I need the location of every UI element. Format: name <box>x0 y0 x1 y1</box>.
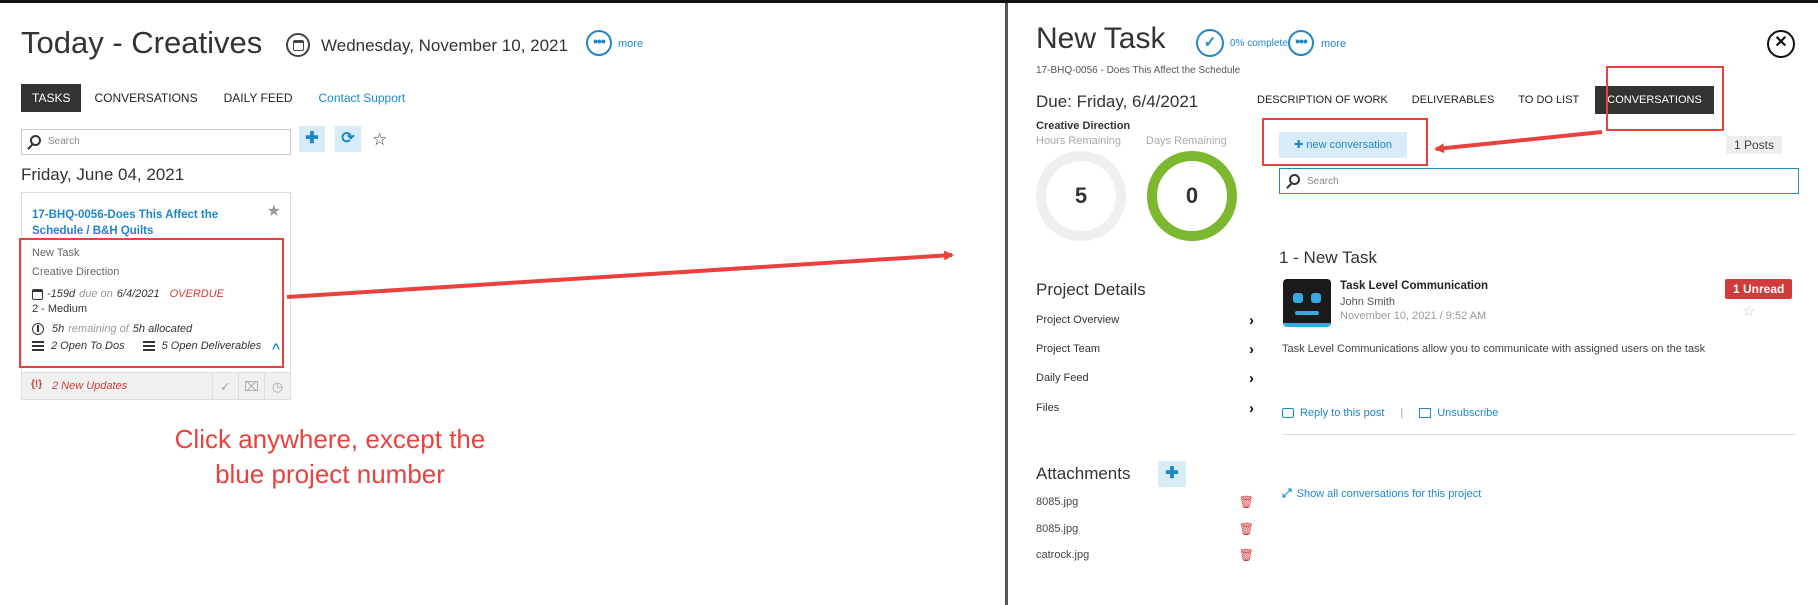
conversation-search-input[interactable]: Search <box>1279 168 1799 194</box>
days-remaining-ring: 0 <box>1147 151 1237 241</box>
updates-icon: {!} <box>31 379 43 390</box>
posts-count-badge: 1 Posts <box>1726 136 1783 154</box>
favorite-star-icon[interactable]: ☆ <box>372 130 387 150</box>
task-search-input[interactable]: Search <box>21 129 291 155</box>
message-timestamp: November 10, 2021 / 9:52 AM <box>1340 310 1487 322</box>
daily-feed-label: Daily Feed <box>1036 372 1089 384</box>
search-placeholder: Search <box>48 136 80 147</box>
unsubscribe-link[interactable]: Unsubscribe <box>1437 407 1498 419</box>
day-heading: Friday, June 04, 2021 <box>21 165 185 184</box>
calendar-icon[interactable] <box>286 33 310 57</box>
project-details-item[interactable]: Project Overview › <box>1036 312 1254 329</box>
message-author: John Smith <box>1340 296 1396 308</box>
chevron-right-icon: › <box>1249 400 1254 417</box>
avatar-eye <box>1311 293 1321 303</box>
task-subtitle: 17-BHQ-0056 - Does This Affect the Sched… <box>1036 65 1241 76</box>
project-number-link[interactable]: 17-BHQ-0056-Does This Affect the Schedul… <box>32 207 242 239</box>
tab-to-do-list[interactable]: TO DO LIST <box>1506 86 1591 114</box>
close-icon[interactable]: ✕ <box>1767 30 1795 58</box>
more-link[interactable]: more <box>1321 38 1346 50</box>
star-icon[interactable]: ☆ <box>1742 302 1755 320</box>
tab-daily-feed[interactable]: DAILY FEED <box>211 84 306 112</box>
due-date: Due: Friday, 6/4/2021 <box>1036 92 1199 111</box>
reply-link[interactable]: Reply to this post <box>1300 407 1384 419</box>
files-label: Files <box>1036 402 1060 414</box>
more-options-icon[interactable]: ••• <box>586 30 612 56</box>
trash-icon[interactable]: 🗑 <box>1239 495 1254 509</box>
project-details-item[interactable]: Project Team › <box>1036 341 1254 358</box>
unread-badge: 1 Unread <box>1725 279 1793 299</box>
search-placeholder: Search <box>1307 176 1339 187</box>
attachment-item[interactable]: 8085.jpg 🗑 <box>1036 522 1254 536</box>
message-actions: Reply to this post | Unsubscribe <box>1282 407 1498 419</box>
more-options-icon[interactable]: ••• <box>1288 30 1314 56</box>
annotation-box-conversations-tab <box>1606 66 1724 131</box>
attachment-item[interactable]: 8085.jpg 🗑 <box>1036 495 1254 509</box>
chevron-right-icon: › <box>1249 312 1254 329</box>
expand-icon: ⤢ <box>1282 486 1292 500</box>
percent-complete[interactable]: 0% complete <box>1230 38 1288 49</box>
attachment-item[interactable]: catrock.jpg 🗑 <box>1036 548 1254 562</box>
annotation-text: Click anywhere, except the blue project … <box>174 424 486 489</box>
current-date: Wednesday, November 10, 2021 <box>321 36 568 55</box>
contact-support-link[interactable]: Contact Support <box>306 84 419 112</box>
more-link[interactable]: more <box>618 38 643 50</box>
attachment-filename: 8085.jpg <box>1036 496 1079 508</box>
checkmark-icon[interactable]: ✓ <box>212 373 238 400</box>
chevron-right-icon: › <box>1249 370 1254 387</box>
message-title: Task Level Communication <box>1340 280 1489 292</box>
reply-icon <box>1282 408 1294 418</box>
avatar-mouth <box>1295 311 1319 315</box>
trash-icon[interactable]: 🗑 <box>1239 548 1254 562</box>
page-title: Today - Creatives <box>21 25 263 60</box>
message-body: Task Level Communications allow you to c… <box>1282 343 1706 355</box>
hours-remaining-label: Hours Remaining <box>1036 135 1121 147</box>
task-category: Creative Direction <box>1036 120 1131 132</box>
tab-deliverables[interactable]: DELIVERABLES <box>1400 86 1507 114</box>
days-remaining-value: 0 <box>1185 183 1199 208</box>
archive-icon[interactable]: ⌧ <box>238 373 264 400</box>
divider-line <box>1282 434 1796 435</box>
hours-remaining-ring: 5 <box>1036 151 1126 241</box>
refresh-button[interactable]: ⟳ <box>335 126 361 152</box>
main-tabs: TASKS CONVERSATIONS DAILY FEED Contact S… <box>21 84 418 112</box>
attachment-filename: catrock.jpg <box>1036 549 1090 561</box>
project-details-item[interactable]: Files › <box>1036 400 1254 417</box>
add-task-button[interactable]: ✚ <box>299 126 325 152</box>
project-details-title: Project Details <box>1036 280 1146 299</box>
project-overview-label: Project Overview <box>1036 314 1120 326</box>
star-icon[interactable]: ★ <box>267 201 281 221</box>
show-all-conversations[interactable]: ⤢ Show all conversations for this projec… <box>1282 486 1481 501</box>
project-team-label: Project Team <box>1036 343 1100 355</box>
search-icon <box>1289 174 1300 185</box>
tab-conversations[interactable]: CONVERSATIONS <box>81 84 210 112</box>
attachments-title: Attachments <box>1036 464 1131 483</box>
tab-description-of-work[interactable]: DESCRIPTION OF WORK <box>1245 86 1400 114</box>
task-detail-panel: New Task ✓ 0% complete ••• more ✕ 17-BHQ… <box>1008 3 1818 605</box>
avatar-eye <box>1293 293 1303 303</box>
card-footer: {!} 2 New Updates ✓ ⌧ ◷ <box>22 372 290 400</box>
days-remaining-label: Days Remaining <box>1146 135 1227 147</box>
check-complete-icon[interactable]: ✓ <box>1196 29 1224 57</box>
new-updates-link[interactable]: 2 New Updates <box>52 380 127 392</box>
annotation-box-card-details <box>19 238 284 368</box>
clock-icon[interactable]: ◷ <box>264 373 290 400</box>
mail-icon <box>1419 408 1432 418</box>
trash-icon[interactable]: 🗑 <box>1239 522 1254 536</box>
annotation-box-new-conversation <box>1262 118 1428 166</box>
conversation-heading: 1 - New Task <box>1279 248 1377 267</box>
search-icon <box>30 135 41 146</box>
hours-remaining-value: 5 <box>1074 183 1088 208</box>
tab-tasks[interactable]: TASKS <box>21 84 82 112</box>
task-title: New Task <box>1036 22 1166 55</box>
add-attachment-button[interactable]: ✚ <box>1158 461 1186 487</box>
show-all-label: Show all conversations for this project <box>1296 487 1482 500</box>
today-panel: Today - Creatives Wednesday, November 10… <box>0 3 1004 605</box>
chevron-right-icon: › <box>1249 341 1254 358</box>
separator: | <box>1400 407 1404 419</box>
project-details-item[interactable]: Daily Feed › <box>1036 370 1254 387</box>
avatar <box>1283 279 1331 327</box>
attachment-filename: 8085.jpg <box>1036 523 1079 535</box>
